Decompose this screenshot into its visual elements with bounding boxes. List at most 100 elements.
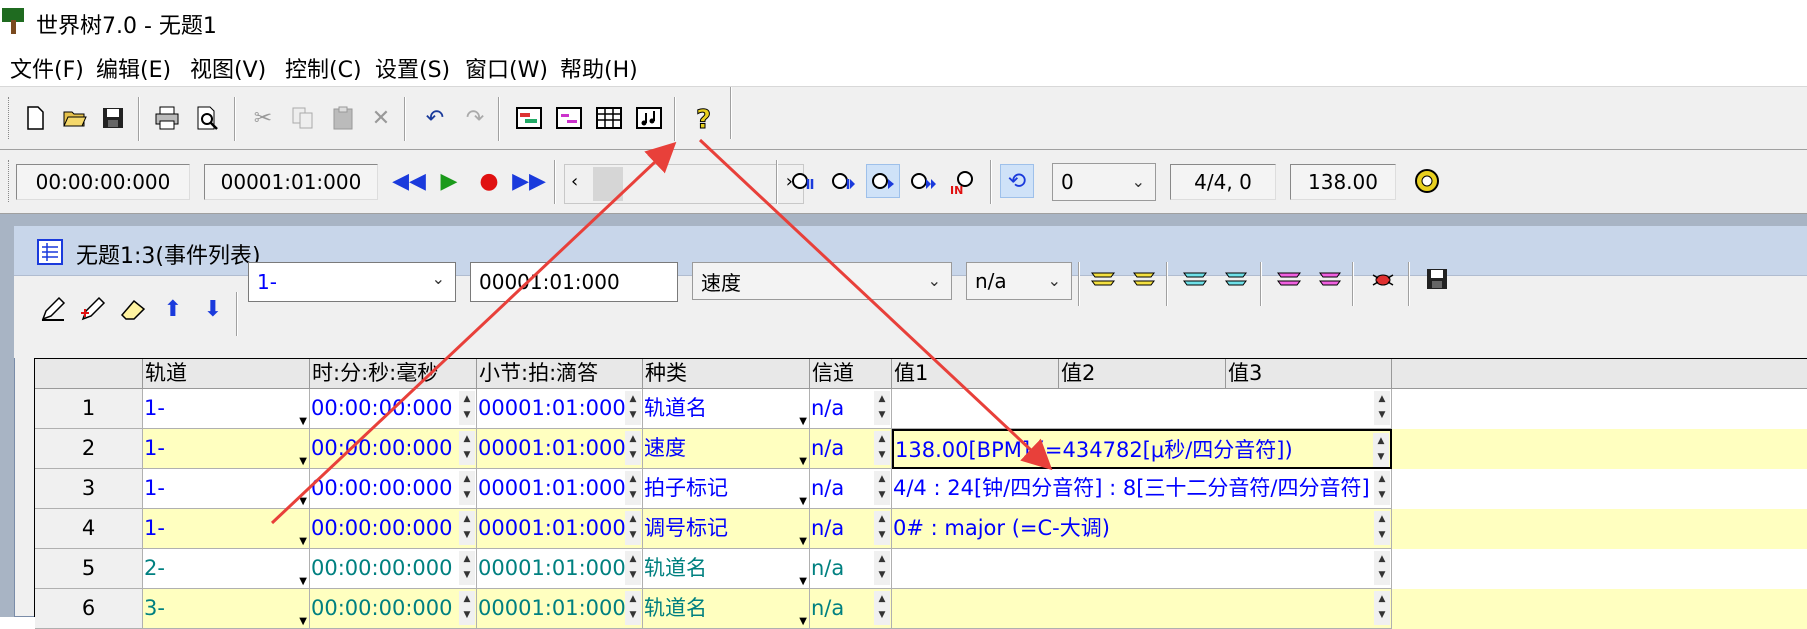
header-value2[interactable]: 值2	[1059, 359, 1226, 389]
spin-button-icon[interactable]: ▲ ▼	[874, 511, 890, 545]
cell-channel[interactable]: n/a ▲ ▼	[810, 509, 892, 549]
table-row[interactable]: 1 1- ▼ 00:00:00:000 ▲ ▼ 00001:01:000 ▲ ▼ 轨道名 ▼ n/a ▲…	[35, 389, 1807, 429]
cell-track[interactable]: 1- ▼	[143, 429, 310, 469]
track-view-icon[interactable]	[512, 101, 546, 135]
filter-yellow-icon[interactable]	[1086, 262, 1120, 296]
chevron-down-icon[interactable]: ⌄	[928, 271, 941, 290]
cell-value1[interactable]: ▲ ▼	[892, 549, 1392, 589]
channel-combo[interactable]: 0 ⌄	[1052, 163, 1156, 201]
spin-button-icon[interactable]: ▲ ▼	[874, 391, 890, 425]
header-measure[interactable]: 小节:拍:滴答	[477, 359, 643, 389]
cell-channel[interactable]: n/a ▲ ▼	[810, 549, 892, 589]
header-time[interactable]: 时:分:秒:毫秒	[310, 359, 477, 389]
loop-icon[interactable]: ⟲	[1000, 164, 1034, 198]
spin-button-icon[interactable]: ▲ ▼	[625, 511, 641, 545]
dropdown-arrow-icon[interactable]: ▼	[299, 403, 307, 428]
cell-time[interactable]: 00:00:00:000 ▲ ▼	[310, 389, 477, 429]
spin-button-icon[interactable]: ▲ ▼	[625, 551, 641, 585]
spin-button-icon[interactable]: ▲ ▼	[459, 511, 475, 545]
piano-roll-icon[interactable]	[552, 101, 586, 135]
scroll-thumb[interactable]	[593, 167, 623, 201]
undo-icon[interactable]: ↶	[418, 101, 452, 135]
new-file-icon[interactable]	[18, 101, 52, 135]
cell-kind[interactable]: 轨道名 ▼	[643, 589, 810, 629]
toolbar-grip[interactable]	[8, 97, 11, 139]
record-icon[interactable]: ●	[472, 164, 506, 198]
cell-time[interactable]: 00:00:00:000 ▲ ▼	[310, 509, 477, 549]
metronome-forward-icon[interactable]	[906, 164, 940, 198]
cell-track[interactable]: 1- ▼	[143, 469, 310, 509]
spin-button-icon[interactable]: ▲ ▼	[1374, 391, 1390, 425]
cell-time[interactable]: 00:00:00:000 ▲ ▼	[310, 549, 477, 589]
cell-kind[interactable]: 轨道名 ▼	[643, 549, 810, 589]
dropdown-arrow-icon[interactable]: ▼	[299, 563, 307, 588]
filter-magenta-alt-icon[interactable]	[1312, 262, 1346, 296]
spin-button-icon[interactable]: ▲ ▼	[1374, 591, 1390, 625]
eraser-icon[interactable]	[116, 292, 150, 326]
filter-cyan-alt-icon[interactable]	[1218, 262, 1252, 296]
filter-magenta-icon[interactable]	[1272, 262, 1306, 296]
cell-time[interactable]: 00:00:00:000 ▲ ▼	[310, 429, 477, 469]
help-icon[interactable]: ?	[686, 101, 720, 135]
cell-measure[interactable]: 00001:01:000 ▲ ▼	[477, 429, 643, 469]
cell-measure[interactable]: 00001:01:000 ▲ ▼	[477, 389, 643, 429]
spin-button-icon[interactable]: ▲ ▼	[625, 391, 641, 425]
cell-value1[interactable]: 0# : major (=C-大调) ▲ ▼	[892, 509, 1392, 549]
dropdown-arrow-icon[interactable]: ▼	[799, 563, 807, 588]
chevron-down-icon[interactable]: ⌄	[1048, 271, 1061, 290]
metronome-pause-icon[interactable]	[786, 164, 820, 198]
spin-button-icon[interactable]: ▲ ▼	[625, 591, 641, 625]
spin-button-icon[interactable]: ▲ ▼	[874, 551, 890, 585]
table-row[interactable]: 2 1- ▼ 00:00:00:000 ▲ ▼ 00001:01:000 ▲ ▼ 速度 ▼ n/a ▲ ▼…	[35, 429, 1807, 469]
cell-value1[interactable]: ▲ ▼	[892, 589, 1392, 629]
save-events-icon[interactable]	[1420, 262, 1454, 296]
play-icon[interactable]: ▶	[432, 164, 466, 198]
menu-settings[interactable]: 设置(S)	[375, 52, 450, 84]
dropdown-arrow-icon[interactable]: ▼	[799, 483, 807, 508]
cell-value1[interactable]: 138.00[BPM] (=434782[μ秒/四分音符]) ▲ ▼	[892, 429, 1392, 469]
table-row[interactable]: 5 2- ▼ 00:00:00:000 ▲ ▼ 00001:01:000 ▲ ▼ 轨道名 ▼ n/a ▲…	[35, 549, 1807, 589]
header-channel[interactable]: 信道	[810, 359, 892, 389]
table-row[interactable]: 3 1- ▼ 00:00:00:000 ▲ ▼ 00001:01:000 ▲ ▼ 拍子标记 ▼ n/a…	[35, 469, 1807, 509]
move-up-icon[interactable]: ⬆	[156, 292, 190, 326]
menu-help[interactable]: 帮助(H)	[560, 52, 638, 84]
spin-button-icon[interactable]: ▲ ▼	[1373, 433, 1389, 467]
kind-select[interactable]: 速度 ⌄	[692, 262, 952, 300]
cut-icon[interactable]: ✂	[246, 101, 280, 135]
table-row[interactable]: 6 3- ▼ 00:00:00:000 ▲ ▼ 00001:01:000 ▲ ▼ 轨道名 ▼ n/a ▲…	[35, 589, 1807, 629]
cell-time[interactable]: 00:00:00:000 ▲ ▼	[310, 589, 477, 629]
spin-button-icon[interactable]: ▲ ▼	[459, 591, 475, 625]
header-kind[interactable]: 种类	[643, 359, 810, 389]
musical-score-icon[interactable]	[632, 101, 666, 135]
table-row[interactable]: 4 1- ▼ 00:00:00:000 ▲ ▼ 00001:01:000 ▲ ▼ 调号标记 ▼ n/a…	[35, 509, 1807, 549]
menu-control[interactable]: 控制(C)	[285, 52, 362, 84]
menu-edit[interactable]: 编辑(E)	[96, 52, 171, 84]
scroll-left-icon[interactable]: ‹	[571, 171, 578, 192]
cell-track[interactable]: 1- ▼	[143, 389, 310, 429]
spin-button-icon[interactable]: ▲ ▼	[874, 471, 890, 505]
dropdown-arrow-icon[interactable]: ▼	[799, 603, 807, 628]
spin-button-icon[interactable]: ▲ ▼	[625, 431, 641, 465]
cell-track[interactable]: 1- ▼	[143, 509, 310, 549]
dropdown-arrow-icon[interactable]: ▼	[299, 603, 307, 628]
spin-button-icon[interactable]: ▲ ▼	[1374, 511, 1390, 545]
position-input[interactable]: 00001:01:000	[470, 262, 678, 302]
channel-select[interactable]: n/a ⌄	[966, 262, 1072, 300]
menu-window[interactable]: 窗口(W)	[465, 52, 548, 84]
delete-icon[interactable]: ✕	[364, 101, 398, 135]
cell-value1[interactable]: 4/4 : 24[钟/四分音符] : 8[三十二分音符/四分音符] ▲ ▼	[892, 469, 1392, 509]
metronome-step-icon[interactable]	[826, 164, 860, 198]
paste-icon[interactable]	[326, 101, 360, 135]
dropdown-arrow-icon[interactable]: ▼	[299, 443, 307, 468]
header-value1[interactable]: 值1	[892, 359, 1059, 389]
cell-channel[interactable]: n/a ▲ ▼	[810, 469, 892, 509]
spin-button-icon[interactable]: ▲ ▼	[1374, 471, 1390, 505]
header-track[interactable]: 轨道	[143, 359, 310, 389]
cell-value1[interactable]: ▲ ▼	[892, 389, 1392, 429]
spin-button-icon[interactable]: ▲ ▼	[874, 591, 890, 625]
chevron-down-icon[interactable]: ⌄	[1132, 172, 1145, 191]
metronome-in-icon[interactable]: IN	[946, 164, 980, 198]
spin-button-icon[interactable]: ▲ ▼	[459, 551, 475, 585]
print-preview-icon[interactable]	[190, 101, 224, 135]
redo-icon[interactable]: ↷	[458, 101, 492, 135]
